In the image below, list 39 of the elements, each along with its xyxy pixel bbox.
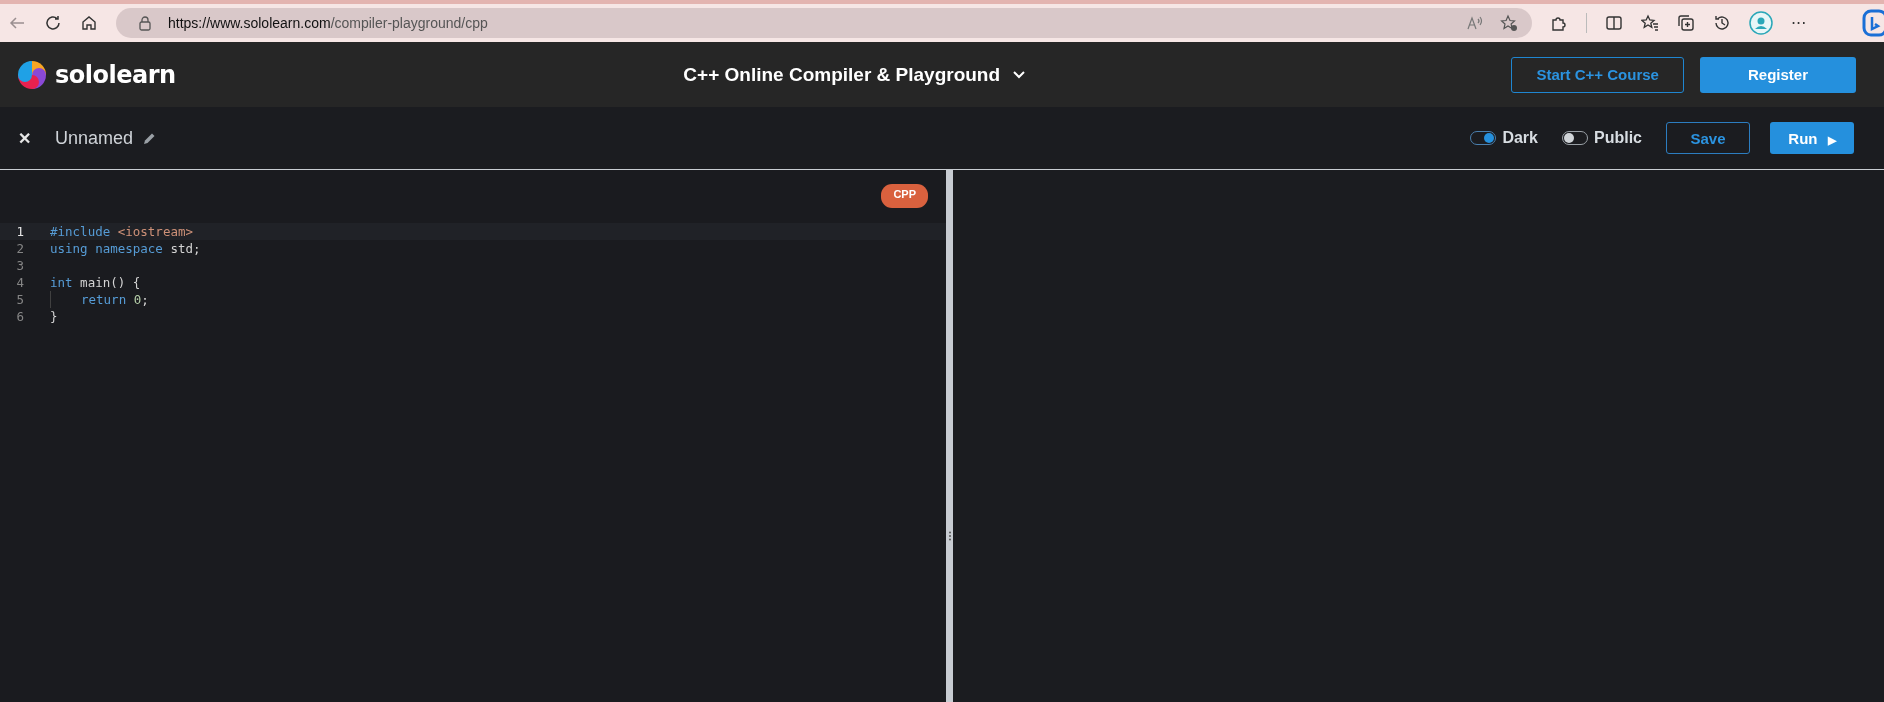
split-screen-icon[interactable] <box>1605 14 1623 32</box>
favorites-icon[interactable] <box>1641 14 1659 32</box>
star-add-icon[interactable] <box>1500 14 1518 32</box>
compiler-title-dropdown[interactable]: C++ Online Compiler & Playground <box>578 63 1132 86</box>
code-line: return 0; <box>81 292 149 307</box>
read-aloud-icon[interactable] <box>1466 15 1484 31</box>
line-number: 4 <box>15 275 25 290</box>
lock-icon <box>138 15 152 31</box>
refresh-icon[interactable] <box>44 14 62 32</box>
home-icon[interactable] <box>80 14 98 32</box>
line-number: 6 <box>15 309 25 324</box>
code-line: using namespace std; <box>50 241 201 256</box>
save-button[interactable]: Save <box>1666 122 1750 154</box>
chevron-down-icon <box>1012 69 1027 80</box>
language-badge: CPP <box>881 184 928 208</box>
copilot-icon[interactable] <box>1860 9 1884 37</box>
toggle-label: Public <box>1594 129 1642 147</box>
line-number: 5 <box>15 292 25 307</box>
close-button[interactable]: ✕ <box>18 128 31 148</box>
code-line: } <box>50 309 58 324</box>
line-number: 2 <box>15 241 25 256</box>
logo-text: sololearn <box>55 60 176 89</box>
address-field[interactable]: https://www.sololearn.com/compiler-playground/cpp <box>116 8 1532 38</box>
profile-avatar-icon[interactable] <box>1749 11 1773 35</box>
pencil-icon[interactable] <box>143 131 157 145</box>
grip-icon[interactable] <box>947 531 952 541</box>
url-text: https://www.sololearn.com/compiler-playground/cpp <box>168 15 488 31</box>
toggle-label: Dark <box>1502 129 1538 147</box>
file-name: Unnamed <box>55 127 134 149</box>
line-number: 3 <box>15 258 25 273</box>
code-line: int main() { <box>50 275 141 290</box>
collections-icon[interactable] <box>1677 14 1695 32</box>
more-menu[interactable]: ··· <box>1791 13 1807 33</box>
history-icon[interactable] <box>1713 14 1731 32</box>
puzzle-icon[interactable] <box>1550 14 1568 32</box>
code-line: #include <iostream> <box>50 224 193 239</box>
line-number: 1 <box>15 224 25 239</box>
logo-icon <box>18 60 46 89</box>
course-button[interactable]: Start C++ Course <box>1511 56 1684 93</box>
